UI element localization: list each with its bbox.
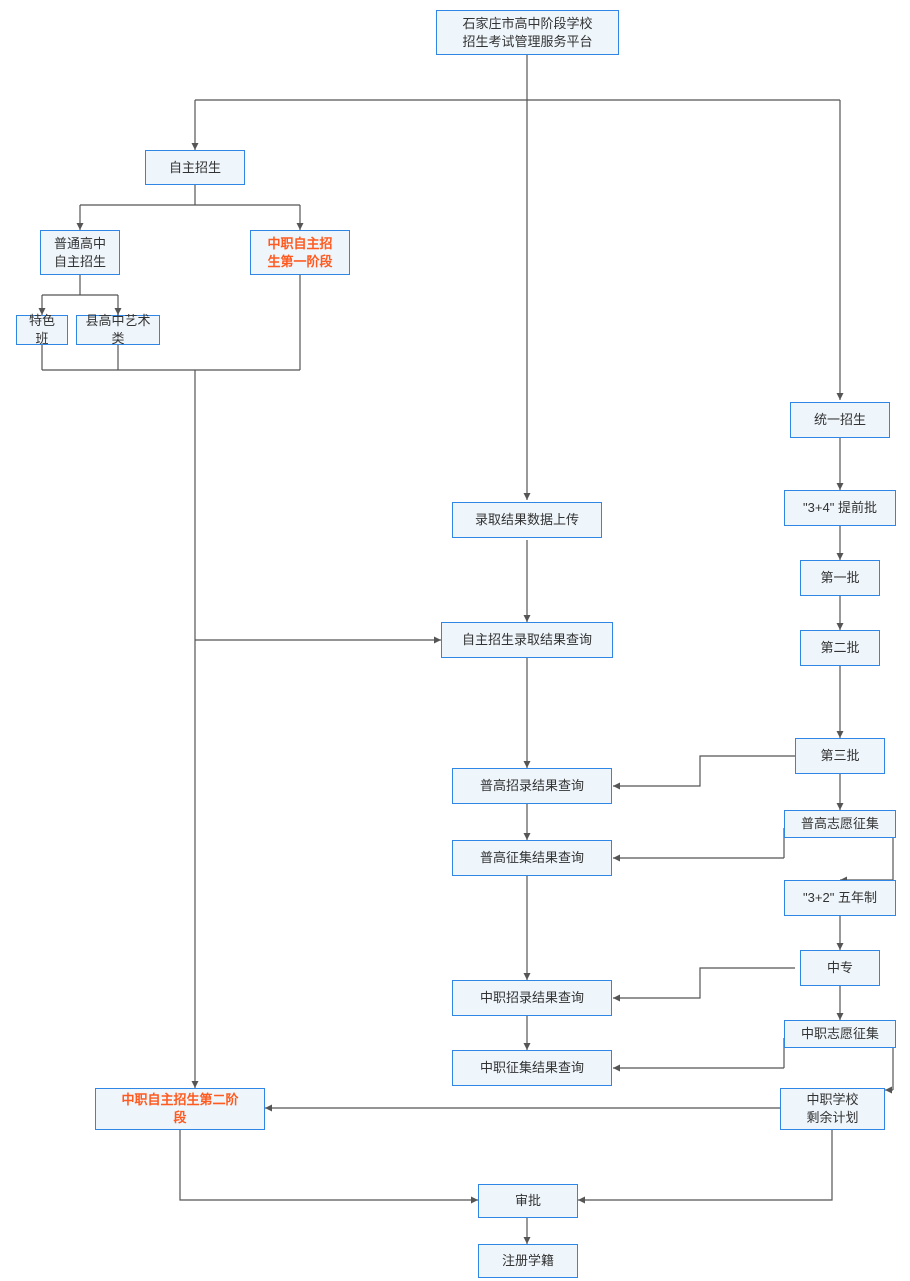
node-self-query: 自主招生录取结果查询 xyxy=(441,622,613,658)
node-zz-zj-query: 中职征集结果查询 xyxy=(452,1050,612,1086)
label-tese: 特色班 xyxy=(23,312,61,347)
node-pg-query: 普高招录结果查询 xyxy=(452,768,612,804)
node-zz-remain: 中职学校剩余计划 xyxy=(780,1088,885,1130)
label-zz-zhengji: 中职志愿征集 xyxy=(801,1025,879,1043)
label-pg-query: 普高招录结果查询 xyxy=(480,777,584,795)
label-zz-self-p2: 中职自主招生第二阶段 xyxy=(121,1091,238,1126)
label-b34: "3+4" 提前批 xyxy=(803,499,877,517)
label-b32: "3+2" 五年制 xyxy=(803,889,877,907)
label-zz-zj-query: 中职征集结果查询 xyxy=(480,1059,584,1077)
label-shenpi: 审批 xyxy=(515,1192,541,1210)
label-batch2: 第二批 xyxy=(820,639,859,657)
label-batch3: 第三批 xyxy=(820,747,859,765)
node-zz-zhengji: 中职志愿征集 xyxy=(784,1020,896,1048)
label-zhuce: 注册学籍 xyxy=(502,1252,554,1270)
node-b34: "3+4" 提前批 xyxy=(784,490,896,526)
node-batch3: 第三批 xyxy=(795,738,885,774)
node-pg-self: 普通高中自主招生 xyxy=(40,230,120,275)
node-zz-self-p2: 中职自主招生第二阶段 xyxy=(95,1088,265,1130)
label-upload: 录取结果数据上传 xyxy=(475,511,579,529)
node-b32: "3+2" 五年制 xyxy=(784,880,896,916)
label-pg-zj-query: 普高征集结果查询 xyxy=(480,849,584,867)
label-platform: 石家庄市高中阶段学校招生考试管理服务平台 xyxy=(462,15,592,50)
node-pg-zhengji: 普高志愿征集 xyxy=(784,810,896,838)
node-zhongzhuan: 中专 xyxy=(800,950,880,986)
label-pg-self: 普通高中自主招生 xyxy=(54,235,106,270)
label-unified: 统一招生 xyxy=(814,411,866,429)
label-self-query: 自主招生录取结果查询 xyxy=(462,631,592,649)
node-self-enroll: 自主招生 xyxy=(145,150,245,185)
node-unified: 统一招生 xyxy=(790,402,890,438)
label-pg-zhengji: 普高志愿征集 xyxy=(801,815,879,833)
node-xgyishu: 县高中艺术类 xyxy=(76,315,160,345)
node-pg-zj-query: 普高征集结果查询 xyxy=(452,840,612,876)
node-batch2: 第二批 xyxy=(800,630,880,666)
label-xgyishu: 县高中艺术类 xyxy=(83,312,153,347)
label-self-enroll: 自主招生 xyxy=(169,159,221,177)
node-zhuce: 注册学籍 xyxy=(478,1244,578,1278)
node-tese: 特色班 xyxy=(16,315,68,345)
node-platform: 石家庄市高中阶段学校招生考试管理服务平台 xyxy=(436,10,619,55)
flowchart-canvas: 石家庄市高中阶段学校招生考试管理服务平台 自主招生 普通高中自主招生 中职自主招… xyxy=(0,0,910,1281)
label-zz-remain: 中职学校剩余计划 xyxy=(806,1091,858,1126)
label-batch1: 第一批 xyxy=(820,569,859,587)
node-batch1: 第一批 xyxy=(800,560,880,596)
label-zz-self-p1: 中职自主招生第一阶段 xyxy=(267,235,332,270)
node-zz-query: 中职招录结果查询 xyxy=(452,980,612,1016)
node-shenpi: 审批 xyxy=(478,1184,578,1218)
node-zz-self-p1: 中职自主招生第一阶段 xyxy=(250,230,350,275)
node-upload: 录取结果数据上传 xyxy=(452,502,602,538)
label-zhongzhuan: 中专 xyxy=(827,959,853,977)
label-zz-query: 中职招录结果查询 xyxy=(480,989,584,1007)
